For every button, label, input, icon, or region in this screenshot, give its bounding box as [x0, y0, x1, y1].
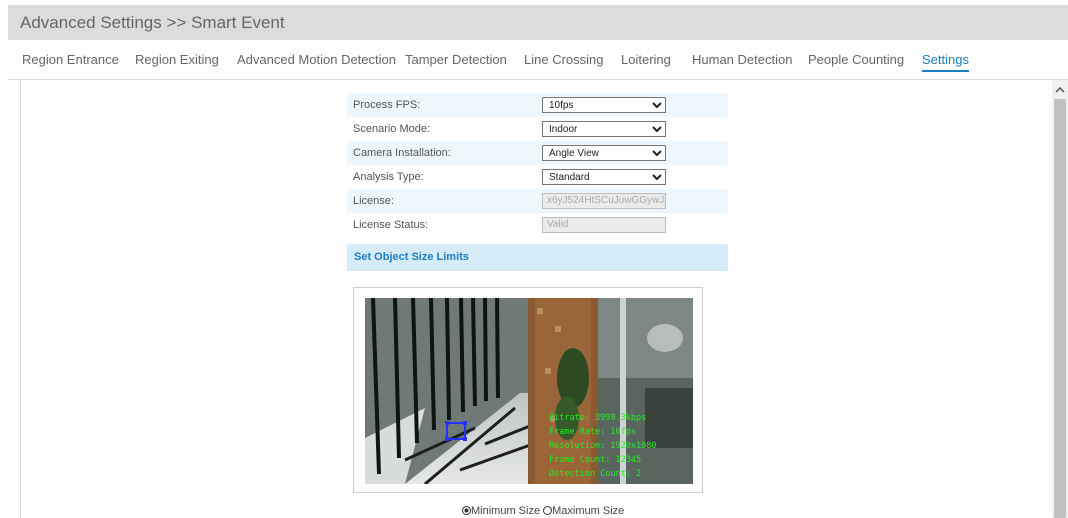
minimum-size-label[interactable]: Minimum Size [471, 505, 540, 517]
camera-installation-select[interactable]: Angle View [542, 145, 666, 161]
tab-settings[interactable]: Settings [922, 40, 969, 79]
maximum-size-label[interactable]: Maximum Size [552, 505, 624, 517]
overlay-line-4: Frame Count: 12345 [549, 455, 641, 465]
form-row-scenario-mode: Scenario Mode: Indoor [347, 117, 728, 141]
vertical-scrollbar[interactable] [1052, 80, 1068, 518]
scenario-mode-select[interactable]: Indoor [542, 121, 666, 137]
analysis-type-select[interactable]: Standard [542, 169, 666, 185]
license-label: License: [353, 195, 394, 207]
scrollbar-thumb[interactable] [1054, 99, 1066, 518]
section-header-object-size: Set Object Size Limits [347, 244, 728, 271]
form-row-analysis-type: Analysis Type: Standard [347, 165, 728, 189]
video-preview-frame: Bitrate: 3999.3kbps Frame Rate: 10fps Re… [353, 287, 703, 493]
page: Advanced Settings >> Smart Event Region … [8, 5, 1068, 518]
maximum-size-radio[interactable]: Maximum Size [543, 505, 624, 517]
overlay-line-2: Frame Rate: 10fps [549, 427, 636, 437]
form-row-process-fps: Process FPS: 10fps [347, 93, 728, 117]
tab-loitering[interactable]: Loitering [621, 40, 671, 79]
size-radio-group: Minimum Size Maximum Size [462, 505, 624, 518]
analysis-type-label: Analysis Type: [353, 171, 424, 183]
chevron-up-icon[interactable] [1052, 80, 1068, 98]
license-status-label: License Status: [353, 219, 429, 231]
tab-tamper-detection[interactable]: Tamper Detection [405, 40, 507, 79]
video-preview[interactable]: Bitrate: 3999.3kbps Frame Rate: 10fps Re… [365, 298, 693, 484]
radio-checked-icon[interactable] [462, 506, 471, 515]
tab-human-detection[interactable]: Human Detection [692, 40, 792, 79]
scenario-mode-label: Scenario Mode: [353, 123, 431, 135]
settings-form: Process FPS: 10fps Scenario Mode: Indoor… [347, 93, 728, 271]
process-fps-select[interactable]: 10fps [542, 97, 666, 113]
form-row-camera-installation: Camera Installation: Angle View [347, 141, 728, 165]
license-field: x6yJ524HtSCuJuwGGywJx [542, 193, 666, 209]
tab-line-crossing[interactable]: Line Crossing [524, 40, 604, 79]
tab-region-exiting[interactable]: Region Exiting [135, 40, 219, 79]
overlay-line-1: Bitrate: 3999.3kbps [549, 413, 646, 423]
tab-people-counting[interactable]: People Counting [808, 40, 904, 79]
camera-installation-label: Camera Installation: [353, 147, 451, 159]
radio-unchecked-icon[interactable] [543, 506, 553, 515]
tab-region-entrance[interactable]: Region Entrance [22, 40, 119, 79]
tab-bar: Region Entrance Region Exiting Advanced … [8, 40, 1068, 80]
form-row-license: License: x6yJ524HtSCuJuwGGywJx [347, 189, 728, 213]
license-status-field: Valid [542, 217, 666, 233]
page-title: Advanced Settings >> Smart Event [8, 5, 1068, 40]
overlay-line-5: Detection Count: 2 [549, 469, 641, 479]
process-fps-label: Process FPS: [353, 99, 421, 111]
overlay-line-3: Resolution: 1920x1080 [549, 441, 656, 451]
form-row-license-status: License Status: Valid [347, 213, 728, 237]
minimum-size-radio[interactable]: Minimum Size [462, 505, 543, 517]
tab-advanced-motion-detection[interactable]: Advanced Motion Detection [237, 40, 396, 79]
